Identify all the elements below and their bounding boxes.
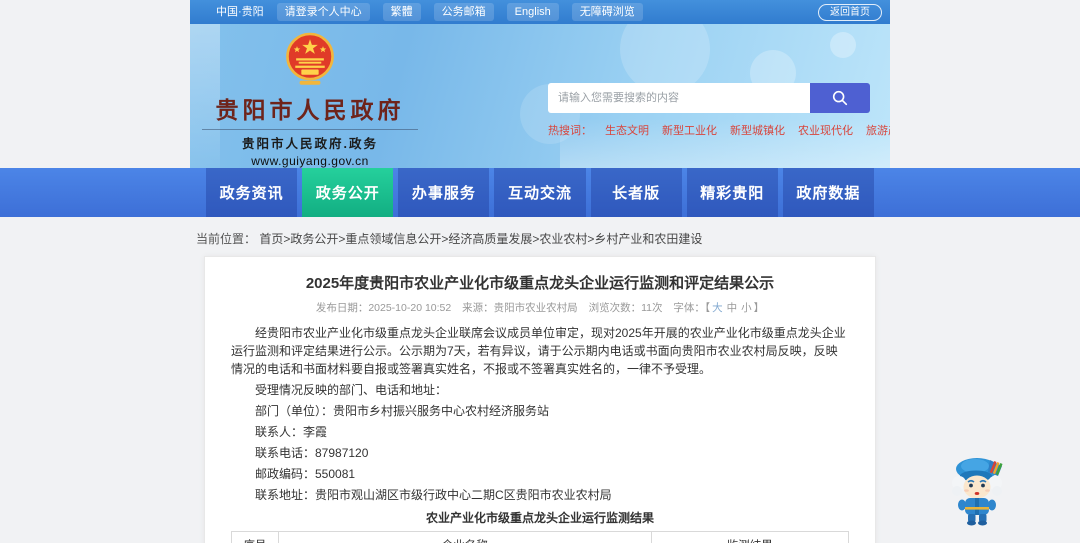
bracket: 【 bbox=[704, 302, 711, 314]
article-paragraph: 经贵阳市农业产业化市级重点龙头企业联席会议成员单位审定，现对2025年开展的农业… bbox=[231, 325, 846, 376]
article-paragraph: 受理情况反映的部门、电话和地址： bbox=[255, 382, 448, 397]
search-button[interactable] bbox=[810, 83, 870, 113]
publish-date: 2025-10-20 10:52 bbox=[368, 302, 452, 314]
article-panel: 2025年度贵阳市农业产业化市级重点龙头企业运行监测和评定结果公示 发布日期：2… bbox=[204, 256, 876, 543]
monitor-result-table: 序号 企业名称 监测结果 1 贵州合力超市采购有限公司 合格 bbox=[231, 531, 850, 543]
site-logo[interactable]: 贵阳市人民政府 贵阳市人民政府.政务 www.guiyang.gov.cn bbox=[198, 32, 422, 168]
table-header-row: 序号 企业名称 监测结果 bbox=[231, 531, 850, 543]
source-label: 来源： bbox=[462, 302, 494, 314]
site-header: 贵阳市人民政府 贵阳市人民政府.政务 www.guiyang.gov.cn 请输… bbox=[190, 24, 890, 168]
table-header-cell: 序号 bbox=[231, 531, 279, 543]
nav-item[interactable]: 政务公开 bbox=[302, 168, 394, 217]
hot-search-row: 热搜词： 生态文明 新型工业化 新型城镇化 农业现代化 旅游产业化 bbox=[548, 122, 890, 138]
views: 11次 bbox=[641, 302, 663, 314]
hot-search-link[interactable]: 生态文明 bbox=[605, 122, 649, 138]
banner-bokeh bbox=[830, 32, 856, 58]
search-area: 热搜词： 生态文明 新型工业化 新型城镇化 农业现代化 旅游产业化 bbox=[548, 83, 890, 138]
nav-item[interactable]: 精彩贵阳 bbox=[686, 168, 778, 217]
topbar-links: 中国·贵阳 请登录个人中心 繁體 公务邮箱 English 无障碍浏览 bbox=[216, 3, 643, 21]
nav-items: 政务资讯 政务公开 办事服务 互动交流 长者版 精彩贵阳 政府数据 bbox=[190, 168, 890, 217]
topbar-link[interactable]: 繁體 bbox=[382, 3, 421, 21]
article-paragraph: 邮政编码：550081 bbox=[255, 466, 356, 481]
page: 中国·贵阳 请登录个人中心 繁體 公务邮箱 English 无障碍浏览 返回首页 bbox=[0, 0, 1080, 543]
search-input[interactable] bbox=[548, 83, 810, 113]
search-box bbox=[548, 83, 870, 113]
hot-search-link[interactable]: 旅游产业化 bbox=[866, 122, 890, 138]
search-icon bbox=[832, 90, 848, 106]
article-paragraph: 联系人：李霞 bbox=[255, 424, 328, 439]
nav-item[interactable]: 办事服务 bbox=[398, 168, 490, 217]
topbar-link[interactable]: 无障碍浏览 bbox=[571, 3, 643, 21]
font-size-medium[interactable]: 中 bbox=[727, 302, 738, 314]
font-size-small[interactable]: 小 bbox=[741, 302, 752, 314]
article-content: 经贵阳市农业产业化市级重点龙头企业联席会议成员单位审定，现对2025年开展的农业… bbox=[231, 322, 849, 505]
article-title: 2025年度贵阳市农业产业化市级重点龙头企业运行监测和评定结果公示 bbox=[305, 275, 775, 292]
font-size-label: 字体： bbox=[673, 302, 705, 314]
breadcrumb-path[interactable]: 首页>政务公开>重点领域信息公开>经济高质量发展>农业农村>乡村产业和农田建设 bbox=[259, 232, 702, 246]
nav-item[interactable]: 长者版 bbox=[590, 168, 682, 217]
main-nav: 政务资讯 政务公开 办事服务 互动交流 长者版 精彩贵阳 政府数据 bbox=[0, 168, 1080, 217]
mascot-figure[interactable] bbox=[946, 452, 1010, 528]
nav-item[interactable]: 互动交流 bbox=[494, 168, 586, 217]
table-header-cell: 监测结果 bbox=[650, 531, 850, 543]
breadcrumb: 当前位置： 首页>政务公开>重点领域信息公开>经济高质量发展>农业农村>乡村产业… bbox=[196, 217, 884, 247]
hot-search-link[interactable]: 农业现代化 bbox=[798, 122, 853, 138]
bracket: 】 bbox=[753, 302, 765, 314]
site-url: www.guiyang.gov.cn bbox=[251, 154, 369, 168]
topbar: 中国·贵阳 请登录个人中心 繁體 公务邮箱 English 无障碍浏览 返回首页 bbox=[190, 0, 890, 24]
nav-item[interactable]: 政务资讯 bbox=[206, 168, 298, 217]
topbar-link[interactable]: 公务邮箱 bbox=[433, 3, 494, 21]
breadcrumb-label: 当前位置： bbox=[196, 232, 257, 246]
hot-search-label: 热搜词： bbox=[548, 125, 592, 137]
nav-item[interactable]: 政府数据 bbox=[782, 168, 874, 217]
article-paragraph: 联系地址：贵阳市观山湖区市级行政中心二期C区贵阳市农业农村局 bbox=[255, 487, 612, 502]
hot-search-links: 生态文明 新型工业化 新型城镇化 农业现代化 旅游产业化 贵阳简介 bbox=[605, 122, 890, 138]
article-paragraph: 部门（单位）：贵阳市乡村振兴服务中心农村经济服务站 bbox=[255, 403, 550, 418]
topbar-link[interactable]: 请登录个人中心 bbox=[276, 3, 370, 21]
site-subtitle: 贵阳市人民政府.政务 bbox=[242, 137, 378, 151]
article-paragraph: 联系电话：87987120 bbox=[255, 445, 369, 460]
views-label: 浏览次数： bbox=[588, 302, 642, 314]
logo-divider bbox=[202, 129, 418, 130]
table-header-cell: 企业名称 bbox=[277, 531, 652, 543]
font-size-large[interactable]: 大 bbox=[712, 302, 723, 314]
hot-search-link[interactable]: 新型工业化 bbox=[662, 122, 717, 138]
mascot-icon bbox=[952, 458, 1003, 526]
return-home-button[interactable]: 返回首页 bbox=[818, 3, 882, 21]
article-meta: 发布日期：2025-10-20 10:52 来源：贵阳市农业农村局 浏览次数：1… bbox=[231, 300, 849, 315]
source: 贵阳市农业农村局 bbox=[493, 302, 578, 314]
site-name: 贵阳市人民政府 bbox=[215, 97, 405, 123]
hot-search-link[interactable]: 新型城镇化 bbox=[730, 122, 785, 138]
topbar-link[interactable]: 中国·贵阳 bbox=[216, 4, 264, 20]
publish-date-label: 发布日期： bbox=[315, 302, 369, 314]
table-title: 农业产业化市级重点龙头企业运行监测结果 bbox=[425, 511, 654, 525]
national-emblem-icon bbox=[286, 32, 334, 85]
topbar-link[interactable]: English bbox=[506, 3, 559, 21]
